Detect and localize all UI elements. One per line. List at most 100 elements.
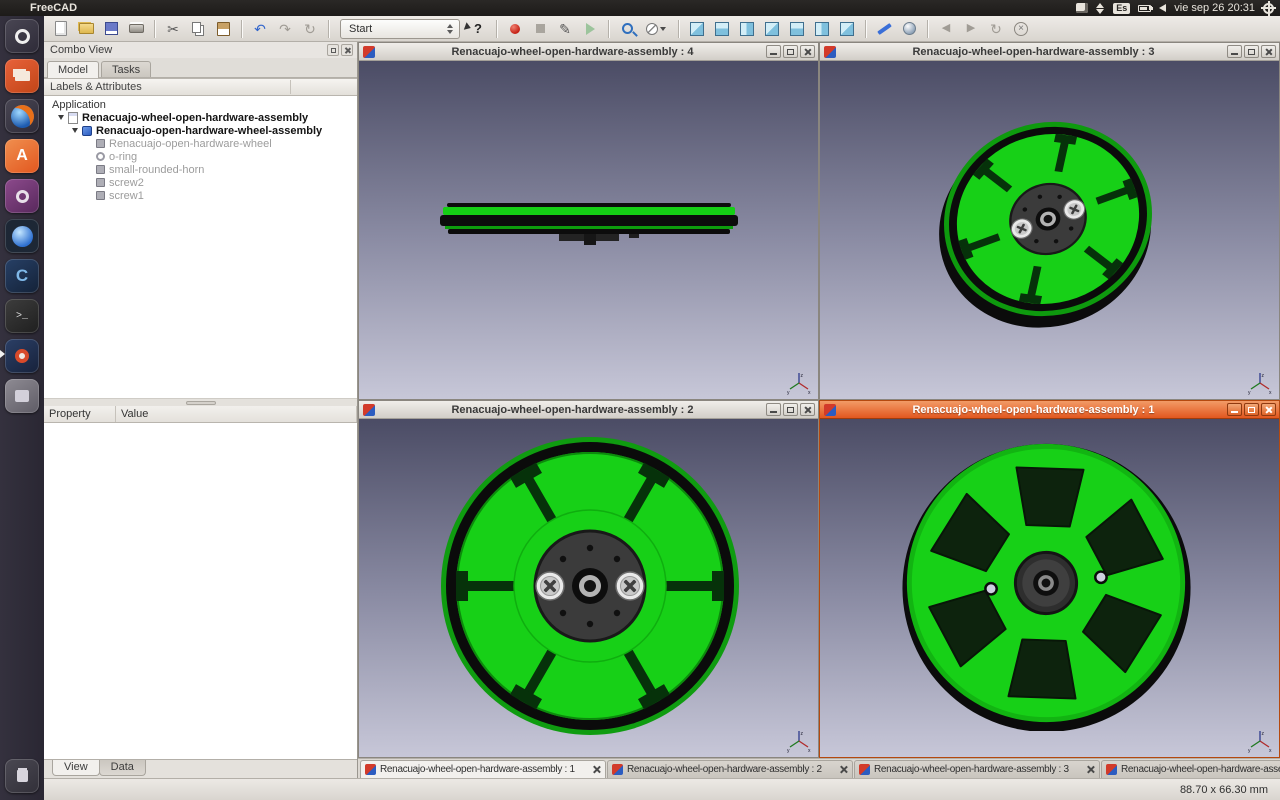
dock-float-button[interactable] — [327, 44, 339, 56]
minimize-button[interactable] — [766, 45, 781, 58]
window-titlebar[interactable]: Renacuajo-wheel-open-hardware-assembly :… — [820, 401, 1279, 419]
macro-edit-button[interactable]: ✎ — [554, 18, 576, 40]
system-monitor-icon[interactable] — [1076, 3, 1088, 13]
copy-button[interactable] — [187, 18, 209, 40]
viewport-rear-view[interactable]: z x y — [820, 419, 1279, 757]
paste-button[interactable] — [212, 18, 234, 40]
clock[interactable]: vie sep 26 20:31 — [1174, 2, 1255, 14]
tab-data[interactable]: Data — [99, 760, 146, 776]
tree-item-assembly[interactable]: Renacuajo-open-hardware-wheel-assembly — [44, 124, 357, 137]
minimize-button[interactable] — [1227, 403, 1242, 416]
open-document-button[interactable] — [75, 18, 97, 40]
window-titlebar[interactable]: Renacuajo-wheel-open-hardware-assembly :… — [359, 43, 818, 61]
tree-item-wheel[interactable]: Renacuajo-open-hardware-wheel — [44, 137, 357, 150]
save-button[interactable] — [100, 18, 122, 40]
refresh-button[interactable]: ↻ — [299, 18, 321, 40]
sync-view-button[interactable]: ↻ — [985, 18, 1007, 40]
measure-distance-button[interactable] — [873, 18, 895, 40]
launcher-item-files[interactable] — [0, 56, 44, 96]
close-button[interactable] — [800, 45, 815, 58]
wheel-model-side[interactable] — [439, 203, 739, 249]
tree-item-oring[interactable]: o-ring — [44, 150, 357, 163]
window-tab-3[interactable]: Renacuajo-wheel-open-hardware-assembly :… — [854, 760, 1100, 778]
viewport-side-view[interactable]: z x y — [359, 61, 818, 399]
expander-icon[interactable] — [58, 115, 64, 120]
wheel-model-isometric[interactable] — [918, 89, 1178, 349]
close-button[interactable] — [1261, 403, 1276, 416]
window-tab-4[interactable]: Renacuajo-wheel-open-hardware-assembly :… — [1101, 760, 1280, 778]
close-button[interactable] — [800, 403, 815, 416]
wheel-model-rear[interactable] — [898, 435, 1194, 731]
network-traffic-icon[interactable] — [1096, 3, 1105, 14]
launcher-item-software[interactable]: A — [0, 136, 44, 176]
cut-button[interactable]: ✂ — [162, 18, 184, 40]
tab-model[interactable]: Model — [47, 61, 99, 78]
close-button[interactable] — [1261, 45, 1276, 58]
print-button[interactable] — [125, 18, 147, 40]
previous-view-button[interactable]: ◀ — [935, 18, 957, 40]
maximize-button[interactable] — [1244, 403, 1259, 416]
launcher-item-dash[interactable] — [0, 16, 44, 56]
tab-tasks[interactable]: Tasks — [101, 61, 151, 77]
right-view-button[interactable] — [761, 18, 783, 40]
launcher-item-gray-app[interactable] — [0, 376, 44, 416]
tree-item-screw2[interactable]: screw2 — [44, 176, 357, 189]
launcher-item-sphere-app[interactable] — [0, 216, 44, 256]
maximize-button[interactable] — [783, 45, 798, 58]
draw-style-button[interactable] — [641, 18, 671, 40]
left-view-button[interactable] — [836, 18, 858, 40]
fit-all-button[interactable] — [616, 18, 638, 40]
tab-close-icon[interactable] — [839, 765, 848, 774]
combo-view-titlebar[interactable]: Combo View — [44, 42, 357, 58]
undo-button[interactable]: ↶ — [249, 18, 271, 40]
property-column-header[interactable]: Property — [44, 406, 116, 422]
dock-splitter[interactable] — [44, 398, 357, 406]
tab-close-icon[interactable] — [1086, 765, 1095, 774]
window-tab-2[interactable]: Renacuajo-wheel-open-hardware-assembly :… — [607, 760, 853, 778]
tab-close-icon[interactable] — [592, 765, 601, 774]
window-titlebar[interactable]: Renacuajo-wheel-open-hardware-assembly :… — [820, 43, 1279, 61]
macro-play-button[interactable] — [579, 18, 601, 40]
keyboard-layout-indicator[interactable]: Es — [1113, 3, 1130, 14]
macro-record-button[interactable] — [504, 18, 526, 40]
session-menu-icon[interactable] — [1263, 3, 1274, 14]
top-view-button[interactable] — [736, 18, 758, 40]
rear-view-button[interactable] — [786, 18, 808, 40]
axonometric-view-button[interactable] — [686, 18, 708, 40]
launcher-item-freecad[interactable] — [0, 336, 44, 376]
dock-close-button[interactable] — [341, 44, 353, 56]
expander-icon[interactable] — [72, 128, 78, 133]
window-titlebar[interactable]: Renacuajo-wheel-open-hardware-assembly :… — [359, 401, 818, 419]
launcher-item-settings[interactable] — [0, 176, 44, 216]
launcher-item-trash[interactable] — [0, 756, 44, 796]
volume-icon[interactable] — [1159, 4, 1166, 12]
maximize-button[interactable] — [783, 403, 798, 416]
launcher-item-terminal[interactable]: >_ — [0, 296, 44, 336]
new-document-button[interactable] — [50, 18, 72, 40]
viewport-isometric-view[interactable]: z x y — [820, 61, 1279, 399]
minimize-button[interactable] — [766, 403, 781, 416]
tab-view[interactable]: View — [52, 760, 100, 776]
viewport-front-view[interactable]: z x y — [359, 419, 818, 757]
tree-item-horn[interactable]: small-rounded-horn — [44, 163, 357, 176]
wheel-model-front[interactable] — [440, 436, 740, 736]
tree-item-application[interactable]: Application — [44, 98, 357, 111]
close-document-button[interactable]: × — [1010, 18, 1032, 40]
property-table-body[interactable] — [44, 423, 357, 759]
front-view-button[interactable] — [711, 18, 733, 40]
texture-view-button[interactable] — [898, 18, 920, 40]
whats-this-button[interactable]: ? — [467, 18, 489, 40]
minimize-button[interactable] — [1227, 45, 1242, 58]
launcher-item-firefox[interactable] — [0, 96, 44, 136]
redo-button[interactable]: ↷ — [274, 18, 296, 40]
window-tab-1[interactable]: Renacuajo-wheel-open-hardware-assembly :… — [360, 760, 606, 778]
maximize-button[interactable] — [1244, 45, 1259, 58]
next-view-button[interactable]: ▶ — [960, 18, 982, 40]
bottom-view-button[interactable] — [811, 18, 833, 40]
value-column-header[interactable]: Value — [116, 406, 357, 422]
tree-item-screw1[interactable]: screw1 — [44, 189, 357, 202]
launcher-item-c-app[interactable]: C — [0, 256, 44, 296]
workbench-selector[interactable]: Start — [340, 19, 460, 39]
macro-stop-button[interactable] — [529, 18, 551, 40]
tree-item-document[interactable]: Renacuajo-wheel-open-hardware-assembly — [44, 111, 357, 124]
